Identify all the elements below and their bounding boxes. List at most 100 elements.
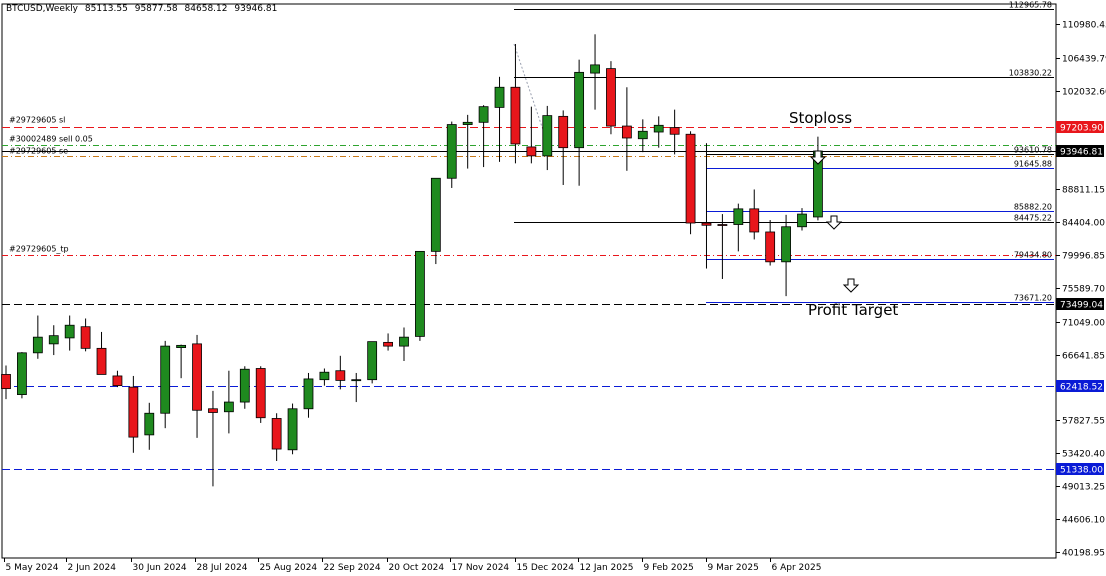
fib-level-label: 103830.22 — [1009, 69, 1052, 78]
bullish-candle-body — [48, 335, 59, 345]
bullish-candle-body — [415, 250, 425, 337]
x-axis-label: 30 Jun 2024 — [133, 563, 187, 573]
takeprofit-order-label: #29729605_tp — [9, 245, 69, 254]
fib-level-label: 112965.78 — [1009, 1, 1052, 10]
x-axis-label: 25 Aug 2024 — [260, 563, 318, 573]
blue-level-price-tag: 62418.52 — [1060, 383, 1103, 393]
bullish-candle-body — [653, 124, 664, 133]
candle — [255, 366, 266, 423]
y-axis-label: 57827.55 — [1062, 417, 1105, 427]
x-axis-label: 15 Dec 2024 — [517, 563, 575, 573]
fib-level-label: 91645.88 — [1014, 160, 1052, 169]
bearish-candle-body — [128, 386, 139, 438]
x-axis-label: 28 Jul 2024 — [197, 563, 248, 573]
y-axis-label: 75589.70 — [1062, 285, 1105, 295]
low-value: 84658.12 — [184, 4, 228, 14]
bullish-candle-body — [494, 86, 505, 108]
bearish-candle-body — [749, 208, 760, 233]
candle — [287, 403, 298, 455]
bullish-candle-body — [64, 324, 75, 339]
bullish-candle-body — [797, 213, 807, 228]
bullish-candle-body — [160, 345, 171, 414]
bearish-candle-body — [669, 127, 680, 135]
bearish-candle-body — [1, 374, 11, 390]
bullish-candle-body — [176, 344, 187, 348]
symbol-name: BTCUSD,Weekly — [6, 4, 79, 14]
bullish-candle-body — [574, 71, 585, 149]
bullish-candle-body — [32, 336, 43, 354]
candle — [415, 250, 425, 341]
bearish-candle-body — [112, 375, 123, 387]
y-axis-label: 40198.95 — [1062, 549, 1105, 559]
y-axis-label: 88811.15 — [1062, 186, 1105, 196]
price-chart[interactable]: 97203.90 #29729605 sl #30002489 sell 0.05 #… — [0, 0, 1106, 576]
fib-level-label: 79434.80 — [1014, 251, 1052, 260]
candle — [17, 352, 27, 399]
stoploss-price-tag: 97203.90 — [1060, 124, 1103, 134]
bearish-candle-body — [255, 368, 266, 419]
bullish-candle-body — [287, 408, 298, 451]
candle — [430, 177, 441, 265]
bearish-candle-body — [510, 86, 521, 145]
y-axis-label: 49013.25 — [1062, 483, 1105, 493]
x-axis-label: 12 Jan 2025 — [580, 563, 634, 573]
high-value: 95877.58 — [134, 4, 178, 14]
bullish-candle-body — [351, 379, 362, 382]
blue-level-price-tag: 51338.00 — [1060, 466, 1103, 476]
candle — [446, 121, 457, 188]
bullish-candle-body — [303, 378, 314, 410]
stoploss-annotation: Stoploss — [789, 109, 852, 127]
y-axis-label: 84404.00 — [1062, 219, 1105, 229]
current-price-tag: 93946.81 — [1060, 148, 1103, 158]
bullish-candle-body — [637, 130, 648, 140]
fib-level-label: 84475.22 — [1014, 214, 1052, 223]
bullish-candle-body — [781, 226, 791, 263]
x-axis-label: 6 Apr 2025 — [772, 563, 822, 573]
x-axis-label: 22 Sep 2024 — [324, 563, 381, 573]
bearish-candle-body — [80, 326, 91, 349]
bullish-candle-body — [430, 177, 441, 252]
bearish-candle-body — [96, 347, 107, 375]
support-price-tag: 73499.04 — [1060, 301, 1103, 311]
candle — [239, 366, 250, 409]
bullish-candle-body — [239, 368, 250, 403]
x-axis-label: 2 Jun 2024 — [68, 563, 117, 573]
sell-order-label: #30002489 sell 0.05 — [9, 135, 93, 144]
bearish-candle-body — [558, 115, 569, 149]
y-axis-label: 110980.45 — [1062, 21, 1106, 31]
y-axis-label: 53420.40 — [1062, 450, 1105, 460]
bullish-candle-body — [17, 352, 27, 395]
symbol-info-bar: BTCUSD,Weekly 85113.55 95877.58 84658.12… — [6, 4, 281, 14]
fib-level-label: 93610.78 — [1014, 146, 1052, 155]
bearish-candle-body — [606, 68, 616, 127]
y-axis-label: 102032.60 — [1062, 88, 1106, 98]
fib-level-label: 85882.20 — [1014, 203, 1052, 212]
bearish-candle-body — [621, 125, 632, 139]
y-axis-label: 79996.85 — [1062, 252, 1105, 262]
bullish-candle-body — [478, 106, 489, 123]
bearish-candle-body — [208, 408, 218, 413]
bullish-candle-body — [144, 412, 155, 436]
y-axis-label: 106439.79 — [1062, 55, 1106, 65]
candle — [685, 131, 696, 235]
bearish-candle-body — [701, 222, 712, 226]
bullish-candle-body — [590, 64, 600, 74]
bullish-candle-body — [367, 341, 378, 381]
bullish-candle-body — [399, 336, 409, 347]
candle — [367, 341, 378, 384]
bearish-candle-body — [685, 133, 696, 224]
bullish-candle-body — [542, 115, 553, 157]
bearish-candle-body — [526, 146, 537, 157]
x-axis-label: 17 Nov 2024 — [452, 563, 510, 573]
bearish-candle-body — [765, 231, 776, 263]
x-axis-label: 20 Oct 2024 — [389, 563, 445, 573]
bearish-candle-body — [335, 370, 346, 381]
bearish-candle-body — [383, 341, 393, 347]
bearish-candle-body — [271, 418, 282, 450]
close-value: 93946.81 — [234, 4, 278, 14]
bearish-candle-body — [192, 343, 202, 411]
y-axis-label: 71049.00 — [1062, 319, 1105, 329]
bullish-candle-body — [223, 401, 234, 413]
x-axis-label: 9 Mar 2025 — [708, 563, 759, 573]
bullish-candle-body — [446, 124, 457, 179]
